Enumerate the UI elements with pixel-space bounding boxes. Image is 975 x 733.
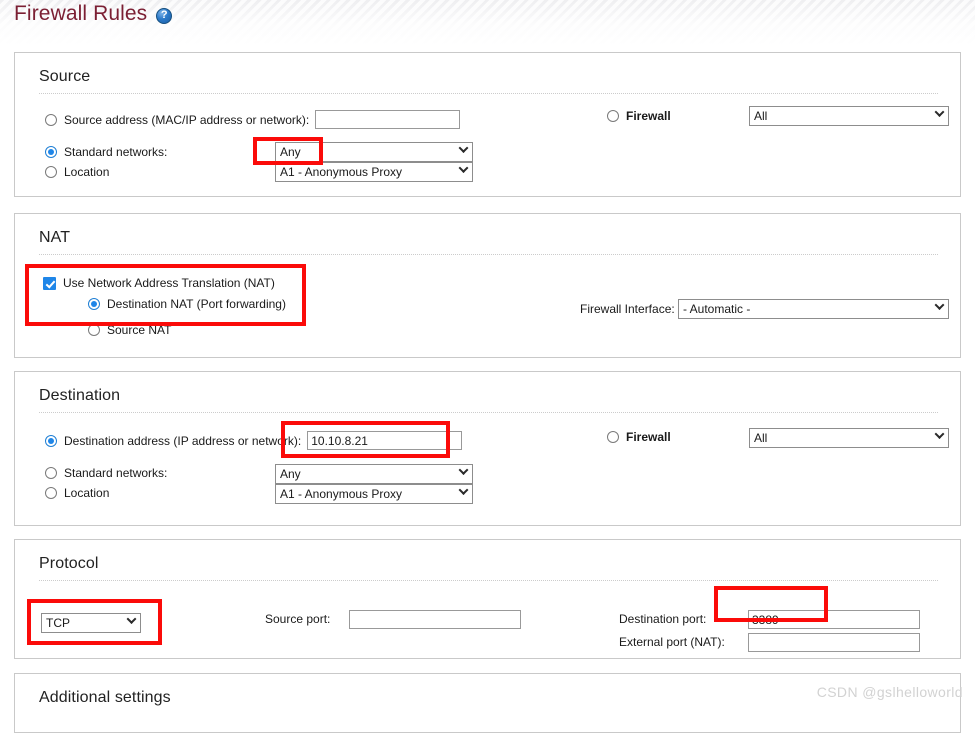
destination-firewall-radio[interactable] bbox=[607, 431, 619, 443]
source-location-select[interactable]: A1 - Anonymous Proxy bbox=[275, 162, 473, 182]
source-divider bbox=[39, 93, 938, 94]
source-standard-networks-label: Standard networks: bbox=[64, 145, 168, 159]
source-nat-row: Source NAT bbox=[88, 323, 171, 337]
source-address-row: Source address (MAC/IP address or networ… bbox=[45, 110, 461, 129]
source-standard-networks-select[interactable]: Any bbox=[275, 142, 473, 162]
destination-standard-networks-label: Standard networks: bbox=[64, 466, 168, 480]
external-port-input[interactable] bbox=[748, 633, 920, 652]
chevron-down-icon bbox=[458, 485, 469, 495]
nat-section: NAT Use Network Address Translation (NAT… bbox=[14, 213, 961, 358]
page-title: Firewall Rules bbox=[14, 2, 148, 25]
destination-nat-radio[interactable] bbox=[88, 298, 100, 310]
source-location-value: A1 - Anonymous Proxy bbox=[280, 165, 403, 179]
destination-port-input[interactable] bbox=[748, 610, 920, 629]
source-section-title: Source bbox=[39, 68, 91, 85]
destination-address-row: Destination address (IP address or netwo… bbox=[45, 431, 463, 450]
source-standard-networks-radio[interactable] bbox=[45, 146, 57, 158]
destination-firewall-value: All bbox=[754, 431, 768, 445]
firewall-interface-value: - Automatic - bbox=[683, 302, 751, 316]
destination-location-select[interactable]: A1 - Anonymous Proxy bbox=[275, 484, 473, 504]
source-address-label: Source address (MAC/IP address or networ… bbox=[64, 112, 310, 127]
destination-section: Destination Destination address (IP addr… bbox=[14, 371, 961, 526]
destination-address-label: Destination address (IP address or netwo… bbox=[64, 433, 302, 448]
chevron-down-icon bbox=[934, 107, 945, 117]
use-nat-checkbox[interactable] bbox=[43, 276, 56, 290]
protocol-value: TCP bbox=[46, 616, 70, 630]
source-firewall-row: Firewall bbox=[607, 109, 671, 123]
chevron-down-icon bbox=[934, 429, 945, 439]
chevron-down-icon bbox=[458, 163, 469, 173]
firewall-interface-row: Firewall Interface: bbox=[580, 302, 675, 316]
destination-address-radio[interactable] bbox=[45, 434, 57, 447]
source-firewall-radio[interactable] bbox=[607, 110, 619, 122]
chevron-down-icon bbox=[126, 614, 137, 624]
source-firewall-label: Firewall bbox=[626, 109, 671, 123]
source-port-row: Source port: bbox=[265, 612, 330, 626]
source-firewall-value: All bbox=[754, 109, 768, 123]
protocol-select[interactable]: TCP bbox=[41, 613, 141, 633]
destination-location-radio[interactable] bbox=[45, 487, 57, 499]
destination-standard-networks-row: Standard networks: bbox=[45, 466, 167, 480]
destination-firewall-label: Firewall bbox=[626, 430, 671, 444]
chevron-down-icon bbox=[458, 465, 469, 475]
page-title-row: Firewall Rules ? bbox=[14, 2, 173, 26]
destination-standard-networks-value: Any bbox=[280, 467, 301, 481]
external-port-label: External port (NAT): bbox=[619, 635, 725, 649]
protocol-section-title: Protocol bbox=[39, 555, 99, 572]
destination-section-title: Destination bbox=[39, 387, 121, 404]
use-nat-label: Use Network Address Translation (NAT) bbox=[63, 276, 275, 290]
source-address-input[interactable] bbox=[315, 110, 461, 129]
destination-firewall-select[interactable]: All bbox=[749, 428, 949, 448]
source-address-radio[interactable] bbox=[45, 113, 57, 126]
destination-standard-networks-select[interactable]: Any bbox=[275, 464, 473, 484]
source-firewall-select[interactable]: All bbox=[749, 106, 949, 126]
source-nat-label: Source NAT bbox=[107, 323, 172, 337]
chevron-down-icon bbox=[934, 300, 945, 310]
destination-port-label: Destination port: bbox=[619, 612, 707, 626]
destination-firewall-row: Firewall bbox=[607, 430, 671, 444]
help-circle-icon[interactable]: ? bbox=[156, 7, 173, 24]
source-standard-networks-value: Any bbox=[280, 145, 301, 159]
watermark: CSDN @gslhelloworld bbox=[816, 684, 963, 700]
destination-location-row: Location bbox=[45, 486, 109, 500]
source-standard-networks-row: Standard networks: bbox=[45, 145, 167, 159]
nat-divider bbox=[39, 254, 938, 255]
source-nat-radio[interactable] bbox=[88, 324, 100, 336]
additional-settings-section: Additional settings bbox=[14, 673, 961, 733]
source-location-radio[interactable] bbox=[45, 166, 57, 178]
destination-divider bbox=[39, 412, 938, 413]
nat-section-title: NAT bbox=[39, 229, 71, 246]
destination-standard-networks-radio[interactable] bbox=[45, 467, 57, 479]
destination-nat-label: Destination NAT (Port forwarding) bbox=[107, 297, 286, 311]
source-port-input[interactable] bbox=[349, 610, 521, 629]
use-nat-row: Use Network Address Translation (NAT) bbox=[43, 276, 275, 290]
source-section: Source Source address (MAC/IP address or… bbox=[14, 52, 961, 197]
protocol-divider bbox=[39, 580, 938, 581]
destination-address-input[interactable] bbox=[307, 431, 463, 450]
destination-location-label: Location bbox=[64, 486, 110, 500]
source-location-label: Location bbox=[64, 165, 110, 179]
external-port-row: External port (NAT): bbox=[619, 635, 725, 649]
firewall-interface-label: Firewall Interface: bbox=[580, 302, 675, 316]
source-port-label: Source port: bbox=[265, 612, 331, 626]
destination-port-row: Destination port: bbox=[619, 612, 706, 626]
destination-location-value: A1 - Anonymous Proxy bbox=[280, 487, 403, 501]
destination-nat-row: Destination NAT (Port forwarding) bbox=[88, 297, 286, 311]
source-location-row: Location bbox=[45, 165, 109, 179]
protocol-section: Protocol TCP Source port: Destination po… bbox=[14, 539, 961, 659]
chevron-down-icon bbox=[458, 143, 469, 153]
firewall-interface-select[interactable]: - Automatic - bbox=[678, 299, 949, 319]
